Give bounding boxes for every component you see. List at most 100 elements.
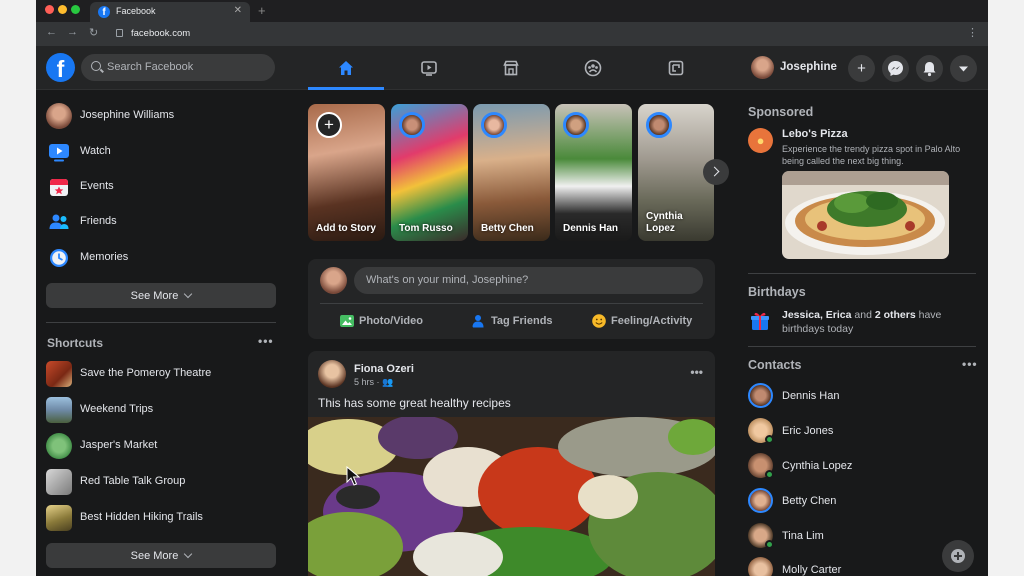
reload-icon[interactable]: ↻ <box>89 26 98 39</box>
action-label: Feeling/Activity <box>611 315 693 327</box>
sidebar-item-profile[interactable]: Josephine Williams <box>46 102 276 130</box>
minimize-window-button[interactable] <box>58 5 67 14</box>
see-more-shortcuts-button[interactable]: See More <box>46 543 276 568</box>
shortcut-item[interactable]: Weekend Trips <box>46 396 276 424</box>
story-card[interactable]: Tom Russo <box>391 104 468 241</box>
new-message-button[interactable] <box>942 540 974 572</box>
shortcut-label: Save the Pomeroy Theatre <box>80 367 212 379</box>
contact-item[interactable]: Dennis Han <box>748 382 968 410</box>
url-field[interactable]: facebook.com <box>131 28 190 39</box>
tab-marketplace[interactable] <box>473 46 549 90</box>
facebook-favicon-icon: f <box>98 6 110 18</box>
online-status-indicator <box>765 435 774 444</box>
messenger-button[interactable] <box>882 55 909 82</box>
sponsored-title: Sponsored <box>748 105 814 119</box>
post-image[interactable] <box>308 417 715 576</box>
see-more-label: See More <box>46 289 276 302</box>
shortcuts-more-icon[interactable]: ••• <box>258 334 274 348</box>
market-produce-image <box>308 417 715 576</box>
avatar <box>751 56 774 79</box>
avatar <box>399 112 425 138</box>
facebook-topbar: f Search Facebook Josephine + <box>36 46 988 90</box>
browser-tab[interactable]: f Facebook ✕ <box>90 2 250 22</box>
avatar <box>563 112 589 138</box>
shortcut-item[interactable]: Best Hidden Hiking Trails <box>46 504 276 532</box>
feed-post: Fiona Ozeri 5 hrs · 👥 ••• This has some … <box>308 351 715 576</box>
contacts-more-icon[interactable]: ••• <box>962 357 978 371</box>
avatar <box>320 267 347 294</box>
contact-item[interactable]: Tina Lim <box>748 522 968 550</box>
shortcut-thumbnail <box>46 469 72 495</box>
contact-name: Betty Chen <box>782 495 837 507</box>
status-input[interactable]: What's on your mind, Josephine? <box>354 267 703 294</box>
clock-icon <box>50 249 68 267</box>
stories-next-button[interactable] <box>703 159 729 185</box>
tab-gaming[interactable] <box>638 46 714 90</box>
story-name: Tom Russo <box>399 223 453 234</box>
contact-item[interactable]: Eric Jones <box>748 417 968 445</box>
maximize-window-button[interactable] <box>71 5 80 14</box>
friends-icon <box>49 214 69 229</box>
tab-groups[interactable] <box>555 46 631 90</box>
contact-item[interactable]: Molly Carter <box>748 556 968 576</box>
pizza-logo-icon: ● <box>748 128 773 153</box>
sidebar-item-label: Memories <box>80 251 129 263</box>
notifications-button[interactable] <box>916 55 943 82</box>
birthday-notice[interactable]: Jessica, Erica and 2 others have birthda… <box>782 308 982 336</box>
new-tab-button[interactable]: + <box>258 3 266 18</box>
avatar[interactable] <box>318 360 346 388</box>
avatar <box>748 383 773 408</box>
post-options-icon[interactable]: ••• <box>690 365 703 379</box>
sidebar-item-events[interactable]: Events <box>46 173 276 201</box>
search-input[interactable]: Search Facebook <box>81 54 275 81</box>
see-more-button[interactable]: See More <box>46 283 276 308</box>
account-menu-button[interactable] <box>950 55 977 82</box>
tag-friends-icon <box>472 315 484 328</box>
avatar <box>646 112 672 138</box>
tab-close-icon[interactable]: ✕ <box>234 5 242 16</box>
birthday-and: and <box>851 309 875 321</box>
marketplace-icon <box>503 60 519 76</box>
post-text: This has some great healthy recipes <box>318 396 511 410</box>
left-sidebar: Josephine Williams Watch Events Friends … <box>36 90 290 576</box>
forward-arrow-icon[interactable]: → <box>67 26 78 38</box>
story-card[interactable]: Betty Chen <box>473 104 550 241</box>
create-button[interactable]: + <box>848 55 875 82</box>
shortcut-item[interactable]: Save the Pomeroy Theatre <box>46 360 276 388</box>
shortcut-item[interactable]: Red Table Talk Group <box>46 468 276 496</box>
birthday-names: Jessica, Erica <box>782 309 852 321</box>
gift-icon <box>751 312 769 330</box>
shortcut-item[interactable]: Jasper's Market <box>46 432 276 460</box>
search-placeholder: Search Facebook <box>107 61 194 73</box>
add-story-icon: + <box>316 112 342 138</box>
gaming-icon <box>668 60 684 76</box>
watch-icon <box>421 61 437 76</box>
sidebar-item-watch[interactable]: Watch <box>46 138 276 166</box>
see-more-text: See More <box>130 290 179 302</box>
sidebar-item-friends[interactable]: Friends <box>46 208 276 236</box>
sidebar-item-memories[interactable]: Memories <box>46 244 276 272</box>
composer-card: What's on your mind, Josephine? Photo/Vi… <box>308 259 715 339</box>
story-card-add[interactable]: + Add to Story <box>308 104 385 241</box>
smiley-icon <box>592 314 606 328</box>
contact-item[interactable]: Betty Chen <box>748 487 968 515</box>
shortcut-label: Weekend Trips <box>80 403 154 415</box>
tab-title: Facebook <box>116 6 156 16</box>
caret-down-icon <box>959 66 968 72</box>
contact-item[interactable]: Cynthia Lopez <box>748 452 968 480</box>
shortcut-label: Jasper's Market <box>80 439 158 451</box>
avatar <box>481 112 507 138</box>
browser-menu-icon[interactable]: ⋮ <box>967 26 978 39</box>
back-arrow-icon[interactable]: ← <box>46 26 57 38</box>
birthday-others: 2 others <box>874 309 916 321</box>
post-author[interactable]: Fiona Ozeri <box>354 363 414 375</box>
close-window-button[interactable] <box>45 5 54 14</box>
chevron-down-icon <box>184 289 193 299</box>
tab-home[interactable] <box>308 46 384 90</box>
story-card[interactable]: Dennis Han <box>555 104 632 241</box>
divider <box>320 303 703 304</box>
tab-watch[interactable] <box>391 46 467 90</box>
profile-name: Josephine <box>780 61 837 73</box>
sidebar-item-label: Events <box>80 180 114 192</box>
facebook-logo-icon[interactable]: f <box>46 53 75 82</box>
